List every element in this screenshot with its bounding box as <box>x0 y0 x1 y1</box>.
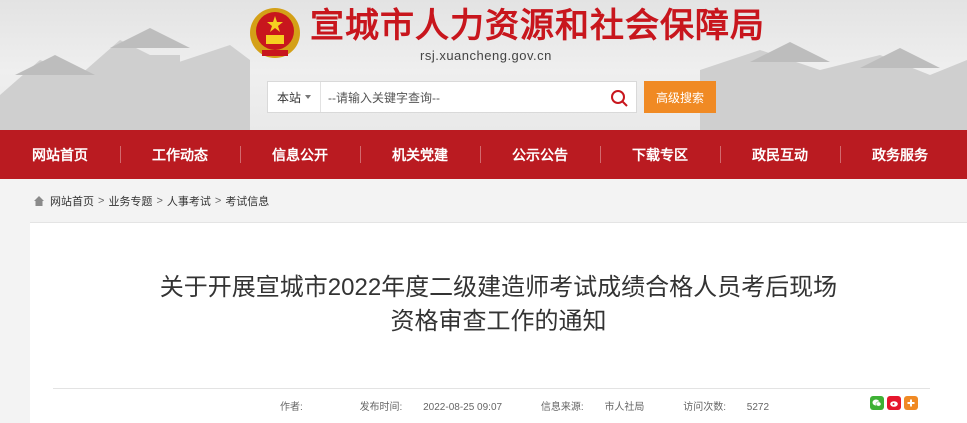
meta-source: 信息来源: 市人社局 <box>541 402 663 413</box>
search-icon[interactable] <box>608 87 630 109</box>
nav-item-interaction[interactable]: 政民互动 <box>720 130 840 179</box>
meta-divider <box>53 388 930 389</box>
chevron-down-icon <box>305 95 311 99</box>
main-nav: 网站首页 工作动态 信息公开 机关党建 公示公告 下载专区 政民互动 政务服务 <box>0 130 967 179</box>
nav-item-info-disclosure[interactable]: 信息公开 <box>240 130 360 179</box>
weibo-icon[interactable] <box>887 396 901 410</box>
nav-item-services[interactable]: 政务服务 <box>840 130 960 179</box>
breadcrumb-link-exam-info[interactable]: 考试信息 <box>225 193 269 209</box>
site-title: 宣城市人力资源和社会保障局 <box>310 7 765 45</box>
article-title: 关于开展宣城市2022年度二级建造师考试成绩合格人员考后现场 资格审查工作的通知 <box>30 271 967 339</box>
meta-author-label: 作者: <box>280 402 303 413</box>
site-header: 宣城市人力资源和社会保障局 rsj.xuancheng.gov.cn 本站 高级… <box>0 0 967 130</box>
wechat-icon[interactable] <box>870 396 884 410</box>
breadcrumb: 网站首页 > 业务专题 > 人事考试 > 考试信息 <box>33 193 269 209</box>
breadcrumb-link-home[interactable]: 网站首页 <box>50 193 94 209</box>
nav-item-party-building[interactable]: 机关党建 <box>360 130 480 179</box>
article-title-line-1: 关于开展宣城市2022年度二级建造师考试成绩合格人员考后现场 <box>159 274 838 301</box>
meta-date-label: 发布时间: <box>359 402 403 413</box>
meta-date-value: 2022-08-25 09:07 <box>423 402 503 413</box>
article-meta: 作者: 发布时间: 2022-08-25 09:07 信息来源: 市人社局 访问… <box>280 398 805 413</box>
meta-date: 发布时间: 2022-08-25 09:07 <box>360 402 521 413</box>
nav-item-downloads[interactable]: 下载专区 <box>600 130 720 179</box>
meta-source-value: 市人社局 <box>604 402 645 413</box>
breadcrumb-separator: > <box>214 195 222 207</box>
search-scope-select[interactable]: 本站 <box>268 82 321 112</box>
meta-views-label: 访问次数: <box>683 402 726 413</box>
meta-views: 访问次数: 5272 <box>683 402 787 413</box>
nav-item-announcements[interactable]: 公示公告 <box>480 130 600 179</box>
breadcrumb-separator: > <box>98 195 105 207</box>
meta-views-value: 5272 <box>746 402 770 413</box>
search-bar: 本站 <box>267 81 637 113</box>
nav-item-home[interactable]: 网站首页 <box>0 130 120 179</box>
search-scope-label: 本站 <box>276 90 301 105</box>
home-icon <box>34 196 44 206</box>
article-title-line-2: 资格审查工作的通知 <box>390 308 607 335</box>
search-input[interactable] <box>326 85 600 111</box>
site-domain: rsj.xuancheng.gov.cn <box>420 48 552 63</box>
meta-author: 作者: <box>280 402 339 413</box>
share-plus-icon[interactable] <box>904 396 918 410</box>
breadcrumb-separator: > <box>156 195 163 207</box>
nav-item-work-news[interactable]: 工作动态 <box>120 130 240 179</box>
article-panel: 关于开展宣城市2022年度二级建造师考试成绩合格人员考后现场 资格审查工作的通知… <box>30 222 967 423</box>
share-buttons <box>870 396 918 410</box>
national-emblem-icon <box>250 8 300 58</box>
meta-source-label: 信息来源: <box>540 402 584 413</box>
breadcrumb-link-topics[interactable]: 业务专题 <box>108 193 152 209</box>
breadcrumb-link-personnel-exams[interactable]: 人事考试 <box>167 193 211 209</box>
advanced-search-button[interactable]: 高级搜索 <box>644 81 716 113</box>
